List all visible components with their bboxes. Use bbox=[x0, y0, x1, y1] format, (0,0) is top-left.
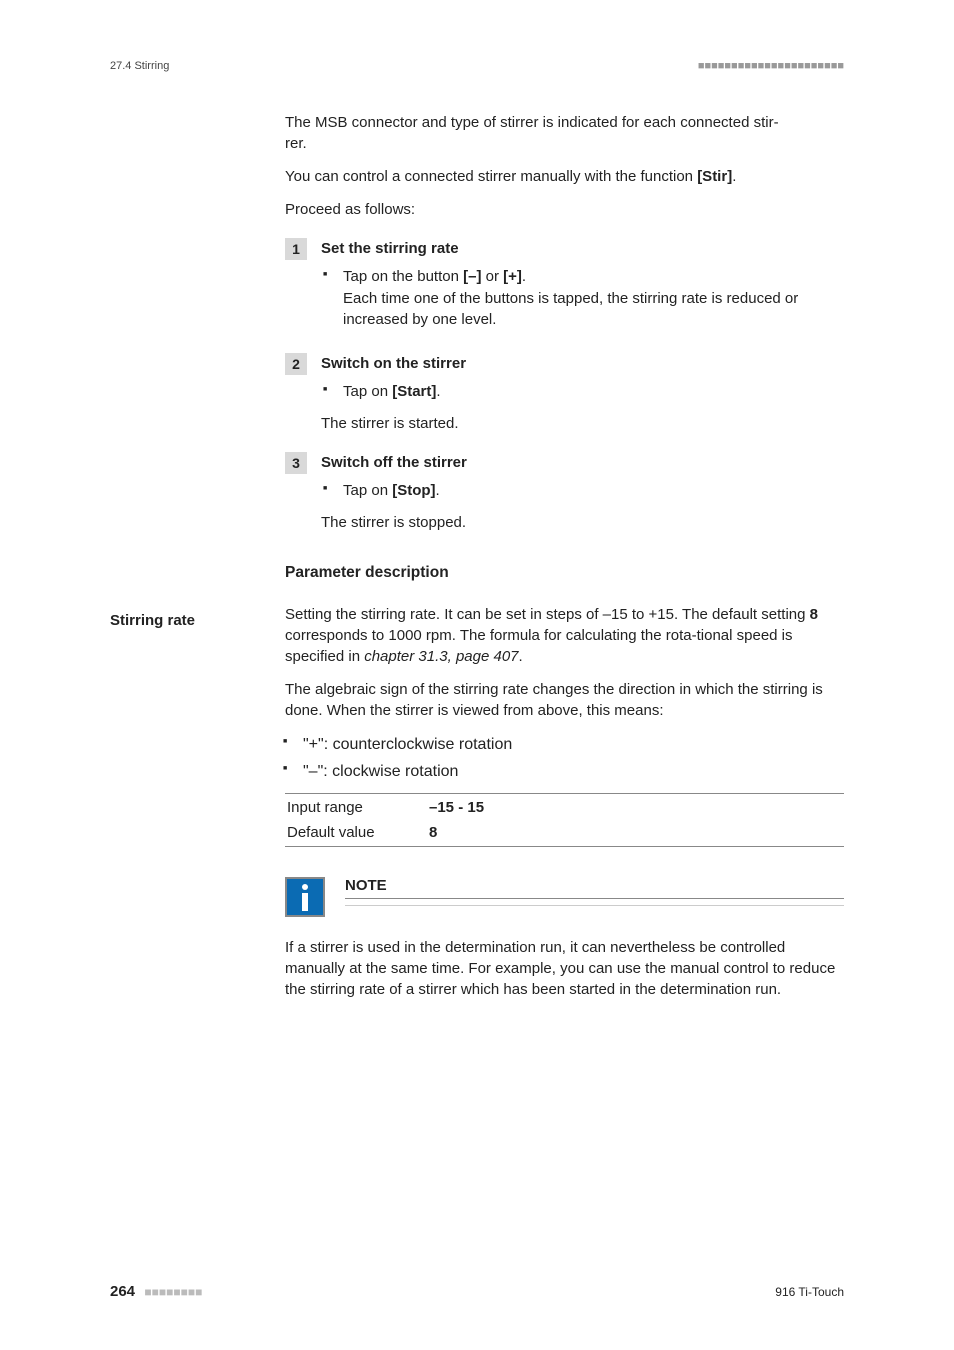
step-result: The stirrer is started. bbox=[321, 413, 466, 435]
button-ref: [+] bbox=[503, 268, 522, 285]
text: You can control a connected stirrer manu… bbox=[285, 168, 697, 185]
list-item: Tap on [Start]. bbox=[343, 381, 466, 403]
param-label: Input range bbox=[287, 796, 427, 819]
step-1: 1 Set the stirring rate Tap on the butto… bbox=[285, 238, 844, 335]
step-3: 3 Switch off the stirrer Tap on [Stop]. … bbox=[285, 452, 844, 533]
intro-p1: The MSB connector and type of stirrer is… bbox=[285, 112, 844, 154]
text: The MSB connector and type of stirrer is… bbox=[285, 114, 774, 131]
intro-p2: You can control a connected stirrer manu… bbox=[285, 166, 844, 187]
list-item: Tap on the button [–] or [+]. Each time … bbox=[343, 266, 844, 331]
divider bbox=[345, 905, 844, 906]
side-label-stirring-rate: Stirring rate bbox=[110, 612, 195, 629]
parameter-table: Input range –15 - 15 Default value 8 bbox=[285, 793, 844, 847]
section-heading: Parameter description bbox=[285, 564, 844, 582]
step-2: 2 Switch on the stirrer Tap on [Start]. … bbox=[285, 353, 844, 434]
param-label: Default value bbox=[287, 821, 427, 844]
text: corresponds to 1000 rpm. The formula for… bbox=[285, 627, 692, 644]
param-desc-p2: The algebraic sign of the stirring rate … bbox=[285, 679, 844, 721]
text: Tap on the button bbox=[343, 268, 463, 285]
text: . bbox=[522, 268, 526, 285]
text: rer. bbox=[285, 135, 307, 152]
table-row: Input range –15 - 15 bbox=[287, 796, 842, 819]
button-ref: [Stop] bbox=[392, 482, 435, 499]
running-header: 27.4 Stirring ■■■■■■■■■■■■■■■■■■■■■■ bbox=[110, 60, 844, 72]
text: . bbox=[436, 383, 440, 400]
page-footer: 264 ■■■■■■■■ 916 Ti-Touch bbox=[110, 1283, 844, 1300]
chapter-ref: chapter 31.3, page 407 bbox=[364, 648, 518, 665]
text: or bbox=[481, 268, 503, 285]
header-section: 27.4 Stirring bbox=[110, 60, 169, 72]
text: . bbox=[519, 648, 523, 665]
table-row: Default value 8 bbox=[287, 821, 842, 844]
step-title: Switch on the stirrer bbox=[321, 353, 466, 375]
info-icon bbox=[285, 877, 325, 917]
text: Tap on bbox=[343, 383, 392, 400]
intro-p3: Proceed as follows: bbox=[285, 199, 844, 220]
note-block: NOTE If a stirrer is used in the determi… bbox=[285, 877, 844, 1000]
text: Tap on bbox=[343, 482, 392, 499]
note-title: NOTE bbox=[345, 877, 844, 899]
button-ref: [–] bbox=[463, 268, 481, 285]
param-value: –15 - 15 bbox=[429, 796, 842, 819]
product-name: 916 Ti-Touch bbox=[775, 1285, 844, 1299]
note-body: If a stirrer is used in the determinatio… bbox=[285, 937, 844, 1000]
step-title: Set the stirring rate bbox=[321, 238, 844, 260]
step-title: Switch off the stirrer bbox=[321, 452, 467, 474]
step-result: The stirrer is stopped. bbox=[321, 512, 467, 534]
function-name: [Stir] bbox=[697, 168, 732, 185]
text: . bbox=[732, 168, 736, 185]
footer-dots: ■■■■■■■■ bbox=[144, 1285, 202, 1299]
step-number: 3 bbox=[285, 452, 307, 474]
button-ref: [Start] bbox=[392, 383, 436, 400]
text: Setting the stirring rate. It can be set… bbox=[285, 606, 810, 623]
list-item: "+": counterclockwise rotation bbox=[303, 733, 844, 756]
text: Each time one of the buttons is tapped, … bbox=[343, 290, 798, 329]
list-item: Tap on [Stop]. bbox=[343, 480, 467, 502]
page-number: 264 bbox=[110, 1283, 135, 1300]
text: . bbox=[436, 482, 440, 499]
step-number: 1 bbox=[285, 238, 307, 260]
list-item: "–": clockwise rotation bbox=[303, 760, 844, 783]
header-dots: ■■■■■■■■■■■■■■■■■■■■■■ bbox=[698, 60, 844, 72]
param-value: 8 bbox=[429, 821, 842, 844]
step-number: 2 bbox=[285, 353, 307, 375]
default-value: 8 bbox=[810, 606, 818, 623]
param-desc-p1: Setting the stirring rate. It can be set… bbox=[285, 604, 844, 667]
